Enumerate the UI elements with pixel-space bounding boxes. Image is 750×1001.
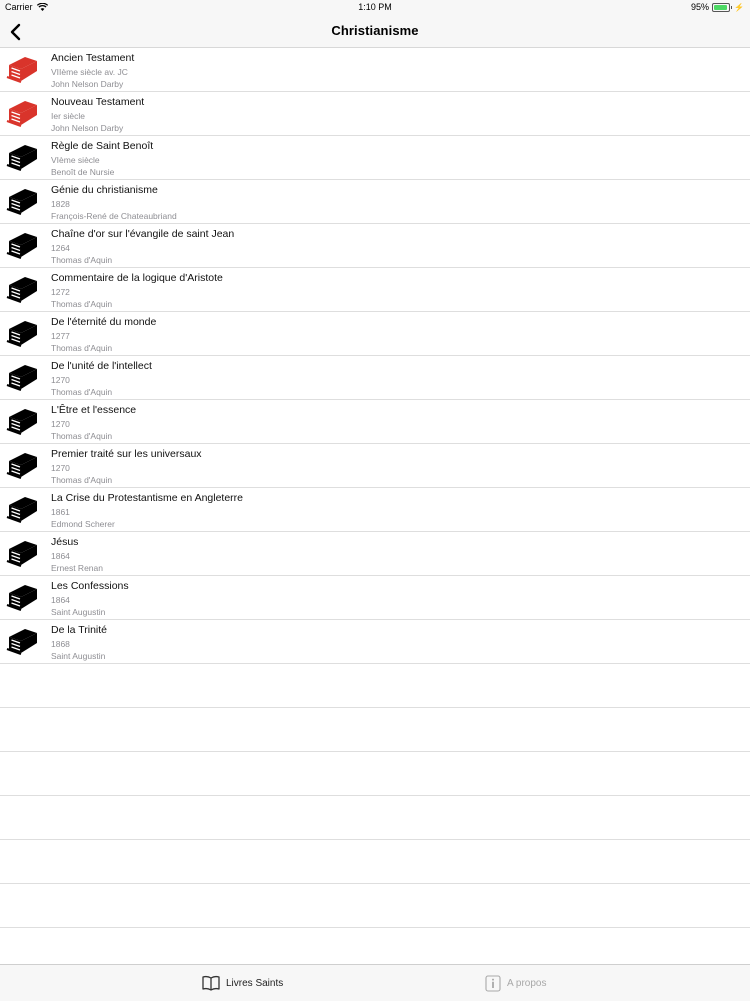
battery-percent: 95%	[691, 2, 710, 12]
list-item[interactable]: La Crise du Protestantisme en Angleterre…	[0, 488, 750, 532]
book-date: 1270	[51, 419, 70, 429]
book-title: Ancien Testament	[51, 52, 135, 64]
book-icon	[5, 55, 39, 83]
list-item[interactable]: Commentaire de la logique d'Aristote 1272…	[0, 268, 750, 312]
book-author: Benoît de Nursie	[51, 167, 115, 177]
book-title: De l'éternité du monde	[51, 316, 157, 328]
page-title: Christianisme	[331, 23, 419, 38]
book-author: Saint Augustin	[51, 607, 106, 617]
tab-a-propos[interactable]: A propos	[485, 965, 546, 1001]
empty-row	[0, 752, 750, 796]
book-icon	[5, 231, 39, 259]
book-date: 1277	[51, 331, 70, 341]
list-item[interactable]: Premier traité sur les universaux 1270 Tho…	[0, 444, 750, 488]
book-author: Thomas d'Aquin	[51, 299, 113, 309]
empty-row	[0, 884, 750, 928]
book-title: Chaîne d'or sur l'évangile de saint Jean	[51, 228, 235, 240]
book-author: Thomas d'Aquin	[51, 255, 113, 265]
book-author: John Nelson Darby	[51, 123, 124, 133]
tab-bar: Livres Saints A propos	[0, 964, 750, 1001]
book-date: VIIème siècle av. JC	[51, 67, 128, 77]
book-title: De l'unité de l'intellect	[51, 360, 152, 372]
book-author: Edmond Scherer	[51, 519, 115, 529]
book-icon	[5, 407, 39, 435]
book-date: VIème siècle	[51, 155, 100, 165]
open-book-icon	[202, 975, 220, 991]
status-time: 1:10 PM	[358, 2, 392, 12]
book-date: 1264	[51, 243, 70, 253]
book-date: 1272	[51, 287, 70, 297]
book-icon	[5, 363, 39, 391]
tab-a-propos-label: A propos	[507, 977, 547, 989]
book-date: 1864	[51, 595, 70, 605]
book-date: Ier siècle	[51, 111, 86, 121]
book-list: Ancien Testament VIIème siècle av. JC John…	[0, 48, 750, 972]
tab-livres-saints-label: Livres Saints	[226, 977, 284, 989]
list-item[interactable]: Jésus 1864 Ernest Renan	[0, 532, 750, 576]
book-date: 1828	[51, 199, 70, 209]
book-icon	[5, 275, 39, 303]
list-item[interactable]: Nouveau Testament Ier siècle John Nelson D…	[0, 92, 750, 136]
book-icon	[5, 143, 39, 171]
book-title: Les Confessions	[51, 580, 129, 592]
list-item[interactable]: Règle de Saint Benoît VIème siècle Benoît …	[0, 136, 750, 180]
empty-row	[0, 708, 750, 752]
empty-row	[0, 796, 750, 840]
book-author: Ernest Renan	[51, 563, 103, 573]
list-item[interactable]: Chaîne d'or sur l'évangile de saint Jean…	[0, 224, 750, 268]
book-author: Thomas d'Aquin	[51, 387, 113, 397]
book-icon	[5, 583, 39, 611]
empty-row	[0, 664, 750, 708]
book-title: Premier traité sur les universaux	[51, 448, 202, 460]
book-title: L'Être et l'essence	[51, 404, 137, 416]
book-author: François-René de Chateaubriand	[51, 211, 177, 221]
book-author: Thomas d'Aquin	[51, 431, 113, 441]
battery-icon	[712, 2, 731, 12]
book-icon	[5, 627, 39, 655]
book-author: Thomas d'Aquin	[51, 343, 113, 353]
list-item[interactable]: Les Confessions 1864 Saint Augustin	[0, 576, 750, 620]
book-author: Saint Augustin	[51, 651, 106, 661]
book-icon	[5, 319, 39, 347]
empty-row	[0, 840, 750, 884]
book-title: La Crise du Protestantisme en Angleterre	[51, 492, 244, 504]
battery-tip	[731, 5, 733, 9]
book-title: Nouveau Testament	[51, 96, 145, 108]
book-date: 1868	[51, 639, 70, 649]
book-date: 1270	[51, 463, 70, 473]
book-author: John Nelson Darby	[51, 79, 124, 89]
book-icon	[5, 99, 39, 127]
list-item[interactable]: De la Trinité 1868 Saint Augustin	[0, 620, 750, 664]
book-date: 1861	[51, 507, 70, 517]
status-right: 95% ⚡	[691, 2, 744, 12]
book-title: Commentaire de la logique d'Aristote	[51, 272, 223, 284]
info-icon	[485, 974, 501, 992]
book-icon	[5, 539, 39, 567]
navigation-bar: Christianisme	[0, 16, 750, 48]
book-date: 1270	[51, 375, 70, 385]
book-title: Règle de Saint Benoît	[51, 140, 154, 152]
book-title: Jésus	[51, 536, 79, 548]
book-icon	[5, 451, 39, 479]
list-item[interactable]: De l'unité de l'intellect 1270 Thomas d'Aq…	[0, 356, 750, 400]
list-item[interactable]: De l'éternité du monde 1277 Thomas d'Aquin	[0, 312, 750, 356]
book-author: Thomas d'Aquin	[51, 475, 113, 485]
charging-icon: ⚡	[734, 2, 744, 12]
book-title: Génie du christianisme	[51, 184, 158, 196]
tab-livres-saints[interactable]: Livres Saints	[202, 965, 283, 1001]
list-item[interactable]: L'Être et l'essence 1270 Thomas d'Aquin	[0, 400, 750, 444]
status-bar: Carrier 1:10 PM 95% ⚡	[0, 0, 750, 16]
book-icon	[5, 495, 39, 523]
list-item[interactable]: Ancien Testament VIIème siècle av. JC John…	[0, 48, 750, 92]
list-item[interactable]: Génie du christianisme 1828 François-René …	[0, 180, 750, 224]
book-icon	[5, 187, 39, 215]
book-date: 1864	[51, 551, 70, 561]
book-title: De la Trinité	[51, 624, 108, 636]
